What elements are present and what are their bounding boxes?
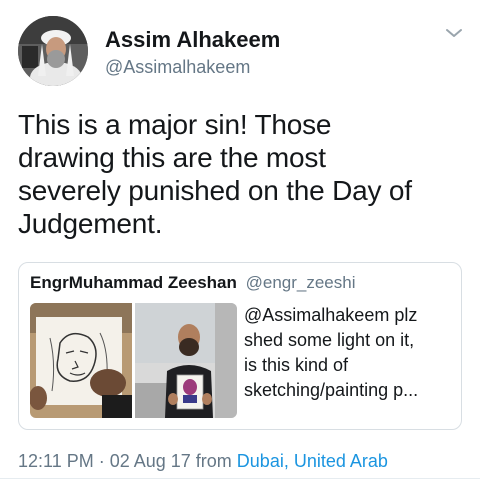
author-avatar[interactable] (18, 16, 88, 86)
tweet-card: Assim Alhakeem @Assimalhakeem This is a … (0, 0, 480, 481)
quoted-text-line: @Assimalhakeem plz (244, 305, 418, 325)
media-thumbnail-portrait[interactable] (135, 303, 237, 418)
tweet-text-line: drawing this are the most (18, 142, 326, 173)
media-thumbnail-sketch[interactable] (30, 303, 132, 418)
quoted-tweet[interactable]: EngrMuhammad Zeeshan @engr_zeeshi @Assim… (18, 262, 462, 430)
quoted-text-line: is this kind of (244, 355, 349, 375)
tweet-meta: 12:11 PM · 02 Aug 17 from Dubai, United … (18, 451, 388, 472)
avatar-image (18, 16, 88, 86)
quoted-text-line: shed some light on it, (244, 330, 415, 350)
tweet-text-line: Judgement. (18, 208, 163, 239)
tweet-text: This is a major sin! Those drawing this … (18, 108, 468, 240)
author-display-name[interactable]: Assim Alhakeem (105, 27, 280, 53)
quoted-tweet-header: EngrMuhammad Zeeshan @engr_zeeshi (30, 273, 356, 293)
divider (0, 478, 480, 479)
quoted-tweet-text: @Assimalhakeem plz shed some light on it… (244, 303, 456, 403)
quoted-author-handle: @engr_zeeshi (245, 273, 356, 292)
tweet-location-link[interactable]: Dubai, United Arab (237, 451, 388, 471)
sketch-drawing-photo (30, 303, 132, 418)
tweet-timestamp[interactable]: 12:11 PM · 02 Aug 17 from (18, 451, 237, 471)
tweet-text-line: severely punished on the Day of (18, 175, 412, 206)
quoted-author-name: EngrMuhammad Zeeshan (30, 273, 237, 292)
quoted-media[interactable] (30, 303, 237, 418)
quoted-text-line: sketching/painting p... (244, 380, 419, 400)
man-holding-portrait-photo (135, 303, 237, 418)
tweet-text-line: This is a major sin! Those (18, 109, 332, 140)
chevron-down-icon[interactable] (444, 26, 464, 40)
author-handle[interactable]: @Assimalhakeem (105, 57, 250, 78)
